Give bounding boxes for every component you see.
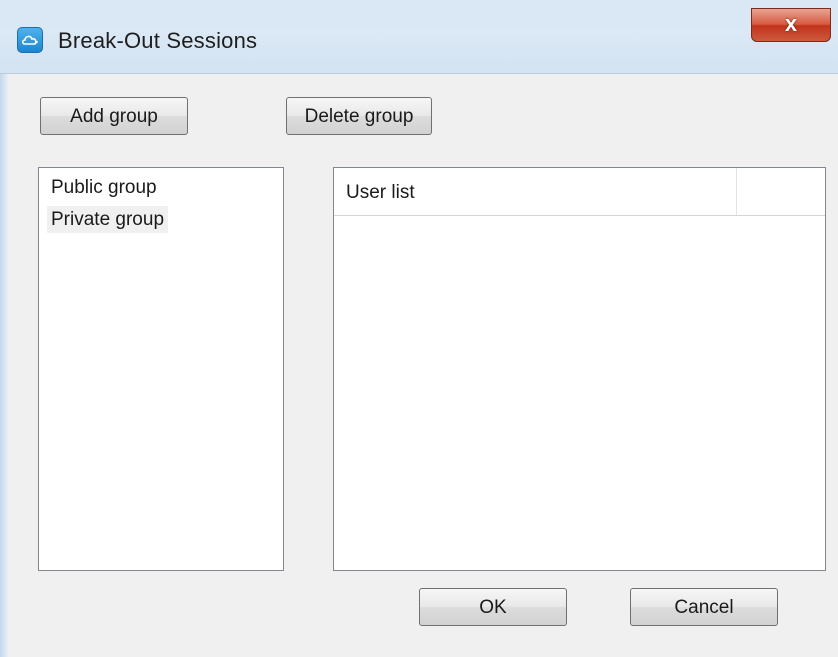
add-group-button[interactable]: Add group [40, 97, 188, 135]
app-cloud-icon [17, 27, 43, 53]
delete-group-button[interactable]: Delete group [286, 97, 432, 135]
title-bar[interactable]: Break-Out Sessions x [0, 0, 838, 74]
list-item-public-group[interactable]: Public group [47, 174, 161, 201]
window-title: Break-Out Sessions [58, 28, 258, 53]
user-list-header: User list [334, 168, 825, 216]
close-icon: x [784, 11, 798, 36]
break-out-sessions-dialog: Break-Out Sessions x Add group Delete gr… [0, 0, 838, 657]
group-list[interactable]: Public group Private group [38, 167, 284, 571]
column-header-user-list[interactable]: User list [334, 168, 737, 215]
close-button[interactable]: x [751, 8, 831, 42]
window-frame-edge [0, 74, 8, 657]
cancel-button[interactable]: Cancel [630, 588, 778, 626]
ok-button[interactable]: OK [419, 588, 567, 626]
list-item-private-group[interactable]: Private group [47, 206, 169, 233]
column-header-extra[interactable] [737, 168, 825, 215]
user-list-table[interactable]: User list [333, 167, 826, 571]
